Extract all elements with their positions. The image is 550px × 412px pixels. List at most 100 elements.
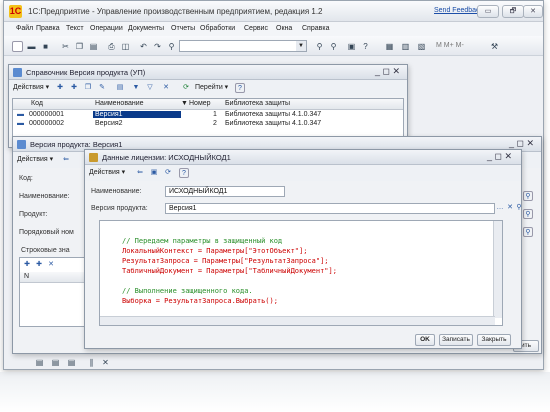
sort-desc-icon[interactable]: ▼ — [181, 100, 188, 107]
find-next-icon[interactable]: ⚲ — [314, 41, 325, 52]
calendar-icon[interactable]: ▥ — [400, 41, 411, 52]
undo-icon[interactable]: ↶ — [138, 41, 149, 52]
status-icon[interactable]: ▤ — [66, 357, 77, 368]
hierarchy-icon[interactable]: ▤ — [115, 83, 125, 93]
menu-text[interactable]: Текст — [66, 25, 84, 32]
filter-icon[interactable]: ▼ — [131, 83, 141, 93]
col-n[interactable]: N — [24, 273, 29, 280]
preview-icon[interactable]: ◫ — [120, 41, 131, 52]
help-icon[interactable]: ? — [360, 41, 371, 52]
menu-processing[interactable]: Обработки — [200, 25, 235, 32]
main-toolbar: ▬ ■ ✂ ❐ ▤ ⎙ ◫ ↶ ↷ ⚲ ▼ ⚲ ⚲ ▣ ? ▦ ▥ ▧ M M+… — [4, 36, 543, 56]
col-number[interactable]: Номер — [189, 100, 211, 107]
menu-file[interactable]: Файл — [16, 25, 33, 32]
paste-icon[interactable]: ▤ — [88, 41, 99, 52]
menu-edit[interactable]: Правка — [36, 25, 60, 32]
print-icon[interactable]: ⎙ — [106, 41, 117, 52]
status-icon[interactable]: ▤ — [34, 357, 45, 368]
code-line: // Выполнение защищенного кода. — [122, 287, 253, 295]
menu-service[interactable]: Сервис — [244, 25, 268, 32]
memory-buttons[interactable]: M M+ M- — [436, 42, 464, 49]
col-lib[interactable]: Библиотека защиты — [225, 100, 290, 107]
find-icon[interactable]: ⚲ — [166, 41, 177, 52]
back-arrow-icon[interactable]: ⇐ — [135, 168, 145, 178]
catalog-window-controls[interactable]: _ ◻ ✕ — [375, 66, 400, 77]
save-icon[interactable]: ■ — [40, 41, 51, 52]
license-window-controls[interactable]: _ ◻ ✕ — [487, 151, 512, 162]
close-dialog-button[interactable]: Закрыть — [477, 334, 511, 346]
license-window: Данные лицензии: ИСХОДНЫЙКОД1 _ ◻ ✕ Дейс… — [84, 149, 522, 349]
horizontal-scrollbar[interactable] — [100, 316, 495, 325]
product-window-controls[interactable]: _ ◻ ✕ — [509, 138, 534, 149]
tools-icon[interactable]: ⚒ — [489, 41, 500, 52]
copy-row-icon[interactable]: ✚ — [34, 260, 44, 270]
menu-windows[interactable]: Окна — [276, 25, 292, 32]
maximize-button[interactable]: 🗗 — [502, 5, 524, 18]
ok-button[interactable]: OK — [415, 334, 435, 346]
table-row[interactable]: ▬ 000000002 Версия2 2 Библиотека защиты … — [13, 120, 403, 129]
post-icon[interactable]: ▣ — [149, 168, 159, 178]
menu-bar: Файл Правка Текст Операции Документы Отч… — [4, 22, 543, 36]
find-prev-icon[interactable]: ⚲ — [328, 41, 339, 52]
help-icon[interactable]: ? — [235, 83, 245, 93]
copy-icon[interactable]: ❐ — [74, 41, 85, 52]
search-icon[interactable]: ⚲ — [523, 227, 533, 237]
menu-reports[interactable]: Отчеты — [171, 25, 195, 32]
license-actions-menu[interactable]: Действия ▾ — [89, 168, 125, 176]
app-logo-icon: 1С — [9, 5, 22, 18]
send-feedback-link[interactable]: Send Feedback — [434, 7, 483, 14]
new-doc-icon[interactable] — [12, 41, 23, 52]
license-name-input[interactable]: ИСХОДНЫЙКОД1 — [165, 186, 285, 197]
license-action-bar: Действия ▾ ⇐ ▣ ⟳ ? — [85, 165, 521, 181]
product-actions-menu[interactable]: Действия ▾ — [17, 155, 53, 163]
add-group-icon[interactable]: ✚ — [69, 83, 79, 93]
minimize-button[interactable]: ▭ — [477, 5, 499, 18]
filter-off-icon[interactable]: ▽ — [145, 83, 155, 93]
refresh-icon[interactable]: ⟳ — [181, 83, 191, 93]
menu-operations[interactable]: Операции — [90, 25, 123, 32]
edit-icon[interactable]: ✎ — [97, 83, 107, 93]
back-arrow-icon[interactable]: ⇐ — [61, 155, 71, 165]
save-button[interactable]: Записать — [439, 334, 473, 346]
search-icon[interactable]: ⚲ — [523, 191, 533, 201]
open-icon[interactable]: ▬ — [26, 41, 37, 52]
catalog-action-bar: Действия ▾ ✚ ✚ ❐ ✎ ▤ ▼ ▽ ✕ ⟳ Перейти ▾ ? — [9, 80, 407, 96]
chevron-down-icon[interactable]: ▼ — [296, 41, 306, 51]
catalog-actions-menu[interactable]: Действия ▾ — [13, 83, 49, 91]
redo-icon[interactable]: ↷ — [152, 41, 163, 52]
cut-icon[interactable]: ✂ — [60, 41, 71, 52]
delete-row-icon[interactable]: ✕ — [46, 260, 56, 270]
windows-icon[interactable]: ▣ — [346, 41, 357, 52]
table-icon[interactable]: ▦ — [384, 41, 395, 52]
clear-filter-icon[interactable]: ✕ — [161, 83, 171, 93]
vertical-scrollbar[interactable] — [493, 221, 502, 318]
copy-item-icon[interactable]: ❐ — [83, 83, 93, 93]
close-button[interactable]: ✕ — [523, 5, 543, 18]
product-window-title: Версия продукта: Версия1 — [30, 140, 123, 149]
col-name[interactable]: Наименование — [95, 100, 144, 107]
code-line: // Передаем параметры в защищенный код — [122, 237, 283, 245]
license-name-label: Наименование: — [91, 188, 142, 195]
refresh-icon[interactable]: ⟳ — [163, 168, 173, 178]
table-row[interactable]: ▬ 000000001 Версия1 1 Библиотека защиты … — [13, 111, 403, 120]
status-icon[interactable]: ✕ — [100, 357, 111, 368]
ellipsis-icon[interactable]: … — [495, 203, 505, 213]
menu-help[interactable]: Справка — [302, 25, 329, 32]
col-code[interactable]: Код — [31, 100, 43, 107]
code-editor[interactable]: // Передаем параметры в защищенный код Л… — [99, 220, 503, 326]
search-icon[interactable]: ⚲ — [514, 203, 524, 213]
catalog-window-titlebar: Справочник Версия продукта (УП) _ ◻ ✕ — [9, 65, 407, 80]
search-icon[interactable]: ⚲ — [523, 209, 533, 219]
status-icon[interactable]: ∥ — [86, 357, 97, 368]
add-row-icon[interactable]: ✚ — [22, 260, 32, 270]
calculator-icon[interactable]: ▧ — [416, 41, 427, 52]
license-version-input[interactable]: Версия1 — [165, 203, 495, 214]
name-label: Наименование: — [19, 193, 70, 200]
license-version-label: Версия продукта: — [91, 205, 148, 212]
add-icon[interactable]: ✚ — [55, 83, 65, 93]
menu-documents[interactable]: Документы — [128, 25, 164, 32]
help-icon[interactable]: ? — [179, 168, 189, 178]
goto-menu[interactable]: Перейти ▾ — [195, 83, 228, 91]
search-combo[interactable]: ▼ — [179, 40, 307, 52]
status-icon[interactable]: ▤ — [50, 357, 61, 368]
